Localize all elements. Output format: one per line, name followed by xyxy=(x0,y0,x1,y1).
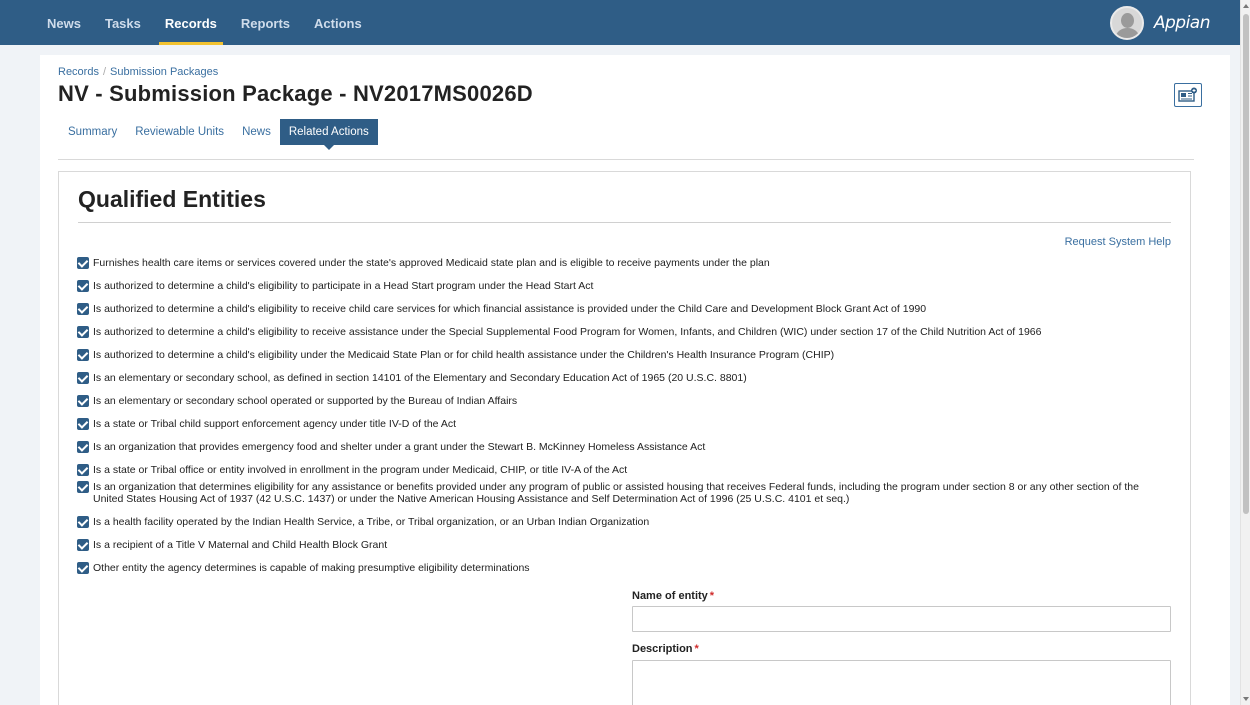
checkbox-checked[interactable] xyxy=(77,464,89,476)
required-marker: * xyxy=(709,590,715,602)
checkbox-checked[interactable] xyxy=(77,372,89,384)
checkbox-label: Is a state or Tribal child support enfor… xyxy=(93,418,457,430)
list-item: Is a health facility operated by the Ind… xyxy=(77,516,1167,539)
tab-news[interactable]: News xyxy=(233,119,280,145)
list-item: Is authorized to determine a child's eli… xyxy=(77,280,1167,303)
nav-item-records[interactable]: Records xyxy=(153,0,229,45)
checkbox-label: Is a health facility operated by the Ind… xyxy=(93,516,650,528)
list-item: Is a recipient of a Title V Maternal and… xyxy=(77,539,1167,562)
checkbox-label: Is a recipient of a Title V Maternal and… xyxy=(93,539,388,551)
list-item: Is a state or Tribal child support enfor… xyxy=(77,418,1167,441)
scrollbar-thumb[interactable] xyxy=(1243,14,1249,514)
nav-item-news[interactable]: News xyxy=(35,0,93,45)
list-item: Is authorized to determine a child's eli… xyxy=(77,303,1167,326)
list-item: Is authorized to determine a child's eli… xyxy=(77,349,1167,372)
avatar-head-shape xyxy=(1120,12,1134,28)
tab-summary[interactable]: Summary xyxy=(58,119,126,145)
nav-item-reports[interactable]: Reports xyxy=(229,0,302,45)
record-tabs: Summary Reviewable Units News Related Ac… xyxy=(58,119,378,150)
scroll-up-arrow-icon[interactable] xyxy=(1243,4,1249,8)
checkbox-checked[interactable] xyxy=(77,562,89,574)
tab-related-actions[interactable]: Related Actions xyxy=(279,119,378,150)
required-marker: * xyxy=(694,643,699,655)
section-divider xyxy=(78,222,1171,223)
checkbox-label: Is a state or Tribal office or entity in… xyxy=(93,464,628,476)
nav-item-actions[interactable]: Actions xyxy=(302,0,374,45)
name-of-entity-input[interactable] xyxy=(632,606,1171,632)
section-title: Qualified Entities xyxy=(78,186,266,212)
checkbox-checked[interactable] xyxy=(77,418,89,430)
checkbox-checked[interactable] xyxy=(77,481,89,493)
brand-logo: Appian xyxy=(1153,12,1211,33)
checkbox-checked[interactable] xyxy=(77,539,89,551)
news-feed-button[interactable] xyxy=(1174,83,1202,107)
description-label: Description * xyxy=(632,643,699,655)
checkbox-label: Is authorized to determine a child's eli… xyxy=(93,280,594,292)
checkbox-label: Is authorized to determine a child's eli… xyxy=(93,303,927,315)
list-item: Is an elementary or secondary school ope… xyxy=(77,395,1167,418)
checkbox-checked[interactable] xyxy=(77,303,89,315)
tab-reviewable-units[interactable]: Reviewable Units xyxy=(126,119,233,145)
list-item: Is authorized to determine a child's eli… xyxy=(77,326,1167,349)
breadcrumb-records-link[interactable]: Records xyxy=(58,66,99,78)
list-item: Is an organization that determines eligi… xyxy=(77,481,1167,516)
avatar-shoulders-shape xyxy=(1115,27,1139,38)
description-label-text: Description xyxy=(632,643,693,655)
checkbox-label: Is an elementary or secondary school, as… xyxy=(93,372,747,384)
checkbox-checked[interactable] xyxy=(77,349,89,361)
user-avatar[interactable] xyxy=(1109,5,1144,40)
tabs-divider xyxy=(58,159,1194,160)
list-item: Is a state or Tribal office or entity in… xyxy=(77,464,1167,481)
nav-right-group: Appian xyxy=(1109,0,1211,45)
top-navigation-bar: News Tasks Records Reports Actions Appia… xyxy=(0,0,1240,45)
checkbox-checked[interactable] xyxy=(77,441,89,453)
checkbox-label: Other entity the agency determines is ca… xyxy=(93,562,530,574)
checkbox-checked[interactable] xyxy=(77,326,89,338)
page-title: NV - Submission Package - NV2017MS0026D xyxy=(58,81,533,106)
description-textarea[interactable] xyxy=(632,660,1171,705)
nav-item-tasks[interactable]: Tasks xyxy=(93,0,153,45)
breadcrumb: Records / Submission Packages xyxy=(58,66,218,78)
list-item: Is an organization that provides emergen… xyxy=(77,441,1167,464)
checkbox-checked[interactable] xyxy=(77,280,89,292)
breadcrumb-separator: / xyxy=(102,66,107,78)
checkbox-label: Is authorized to determine a child's eli… xyxy=(93,326,1042,338)
name-of-entity-label-text: Name of entity xyxy=(632,590,708,602)
checkbox-label: Is authorized to determine a child's eli… xyxy=(93,349,835,361)
checkbox-checked[interactable] xyxy=(77,516,89,528)
checkbox-checked[interactable] xyxy=(77,257,89,269)
checkbox-label: Is an organization that determines eligi… xyxy=(93,481,1139,505)
list-item: Other entity the agency determines is ca… xyxy=(77,562,1167,585)
qualified-entities-card: Qualified Entities Request System Help F… xyxy=(58,171,1191,705)
newspaper-icon xyxy=(1178,87,1197,102)
checkbox-label: Is an organization that provides emergen… xyxy=(93,441,706,453)
qualified-entities-checklist: Furnishes health care items or services … xyxy=(77,257,1167,585)
scroll-down-arrow-icon[interactable] xyxy=(1243,697,1249,701)
page-scrollbar[interactable] xyxy=(1240,0,1250,705)
name-of-entity-label: Name of entity * xyxy=(632,590,714,602)
checkbox-label: Furnishes health care items or services … xyxy=(93,257,770,269)
checkbox-checked[interactable] xyxy=(77,395,89,407)
record-page: Records / Submission Packages NV - Submiss… xyxy=(40,55,1230,705)
checkbox-label: Is an elementary or secondary school ope… xyxy=(93,395,518,407)
breadcrumb-submission-packages-link[interactable]: Submission Packages xyxy=(110,66,218,78)
request-system-help-link[interactable]: Request System Help xyxy=(1065,236,1171,248)
list-item: Furnishes health care items or services … xyxy=(77,257,1167,280)
list-item: Is an elementary or secondary school, as… xyxy=(77,372,1167,395)
